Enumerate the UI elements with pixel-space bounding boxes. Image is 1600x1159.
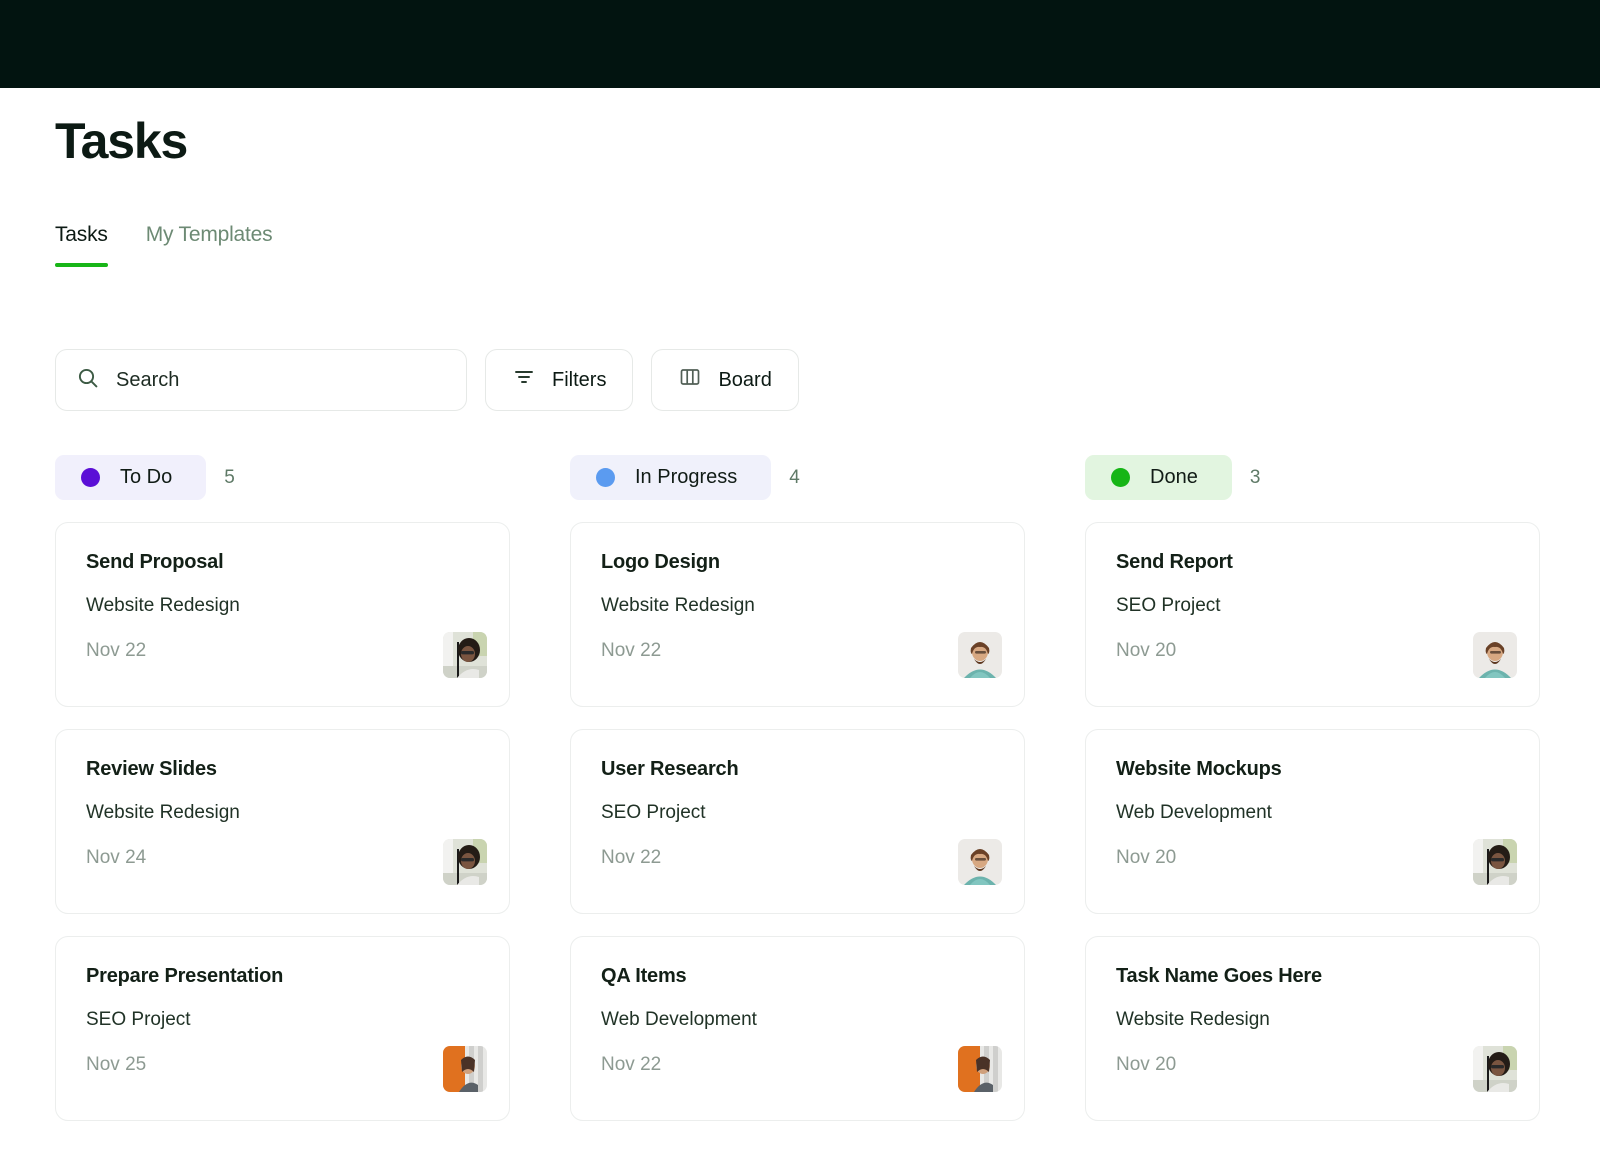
- task-title: Review Slides: [86, 758, 479, 781]
- column-header-todo: To Do 5: [55, 455, 510, 500]
- task-card[interactable]: Prepare Presentation SEO Project Nov 25: [55, 936, 510, 1121]
- avatar: [958, 1046, 1002, 1092]
- avatar: [1473, 839, 1517, 885]
- task-card[interactable]: Website Mockups Web Development Nov 20: [1085, 729, 1540, 914]
- task-title: Send Proposal: [86, 551, 479, 574]
- status-dot-icon: [81, 468, 100, 487]
- search-icon: [76, 366, 100, 395]
- task-title: Website Mockups: [1116, 758, 1509, 781]
- avatar: [1473, 632, 1517, 678]
- task-title: User Research: [601, 758, 994, 781]
- task-project: SEO Project: [1116, 595, 1509, 617]
- task-project: Website Redesign: [601, 595, 994, 617]
- task-project: Web Development: [1116, 802, 1509, 824]
- task-project: SEO Project: [601, 802, 994, 824]
- status-badge-done[interactable]: Done: [1085, 455, 1232, 500]
- task-card[interactable]: Review Slides Website Redesign Nov 24: [55, 729, 510, 914]
- task-date: Nov 20: [1116, 1054, 1509, 1076]
- search-input[interactable]: [116, 369, 446, 392]
- column-count: 5: [224, 467, 235, 489]
- column-count: 4: [789, 467, 800, 489]
- task-card[interactable]: QA Items Web Development Nov 22: [570, 936, 1025, 1121]
- task-project: Website Redesign: [86, 802, 479, 824]
- search-box[interactable]: [55, 349, 467, 411]
- status-label: Done: [1150, 466, 1198, 489]
- column-in-progress: In Progress 4 Logo Design Website Redesi…: [570, 455, 1025, 1143]
- task-card[interactable]: Send Report SEO Project Nov 20: [1085, 522, 1540, 707]
- board-view-button-label: Board: [718, 369, 771, 392]
- status-dot-icon: [596, 468, 615, 487]
- task-title: QA Items: [601, 965, 994, 988]
- task-date: Nov 22: [601, 847, 994, 869]
- tab-my-templates[interactable]: My Templates: [146, 223, 273, 267]
- status-label: In Progress: [635, 466, 737, 489]
- task-title: Task Name Goes Here: [1116, 965, 1509, 988]
- task-card[interactable]: Task Name Goes Here Website Redesign Nov…: [1085, 936, 1540, 1121]
- top-header-bar: [0, 0, 1600, 88]
- column-done: Done 3 Send Report SEO Project Nov 20: [1085, 455, 1540, 1143]
- task-date: Nov 20: [1116, 847, 1509, 869]
- task-date: Nov 20: [1116, 640, 1509, 662]
- task-project: SEO Project: [86, 1009, 479, 1031]
- task-card[interactable]: Send Proposal Website Redesign Nov 22: [55, 522, 510, 707]
- task-card[interactable]: Logo Design Website Redesign Nov 22: [570, 522, 1025, 707]
- avatar: [443, 632, 487, 678]
- avatar: [443, 839, 487, 885]
- page-content: Tasks Tasks My Templates Filters: [0, 116, 1600, 1143]
- column-header-done: Done 3: [1085, 455, 1540, 500]
- task-title: Prepare Presentation: [86, 965, 479, 988]
- task-title: Logo Design: [601, 551, 994, 574]
- filters-button-label: Filters: [552, 369, 606, 392]
- column-count: 3: [1250, 467, 1261, 489]
- task-date: Nov 22: [86, 640, 479, 662]
- columns-icon: [678, 365, 702, 395]
- avatar: [1473, 1046, 1517, 1092]
- kanban-board: To Do 5 Send Proposal Website Redesign N…: [55, 455, 1600, 1143]
- status-dot-icon: [1111, 468, 1130, 487]
- tab-tasks[interactable]: Tasks: [55, 223, 108, 267]
- avatar: [443, 1046, 487, 1092]
- task-project: Website Redesign: [86, 595, 479, 617]
- task-card[interactable]: User Research SEO Project Nov 22: [570, 729, 1025, 914]
- filters-button[interactable]: Filters: [485, 349, 633, 411]
- task-project: Website Redesign: [1116, 1009, 1509, 1031]
- avatar: [958, 632, 1002, 678]
- page-title: Tasks: [55, 116, 1600, 166]
- task-date: Nov 22: [601, 1054, 994, 1076]
- status-badge-todo[interactable]: To Do: [55, 455, 206, 500]
- column-header-in-progress: In Progress 4: [570, 455, 1025, 500]
- task-title: Send Report: [1116, 551, 1509, 574]
- status-badge-in-progress[interactable]: In Progress: [570, 455, 771, 500]
- avatar: [958, 839, 1002, 885]
- status-label: To Do: [120, 466, 172, 489]
- filter-lines-icon: [512, 365, 536, 395]
- board-view-button[interactable]: Board: [651, 349, 798, 411]
- task-date: Nov 22: [601, 640, 994, 662]
- task-date: Nov 24: [86, 847, 479, 869]
- tab-bar: Tasks My Templates: [55, 223, 1600, 267]
- task-date: Nov 25: [86, 1054, 479, 1076]
- task-project: Web Development: [601, 1009, 994, 1031]
- toolbar: Filters Board: [55, 349, 1600, 411]
- column-todo: To Do 5 Send Proposal Website Redesign N…: [55, 455, 510, 1143]
